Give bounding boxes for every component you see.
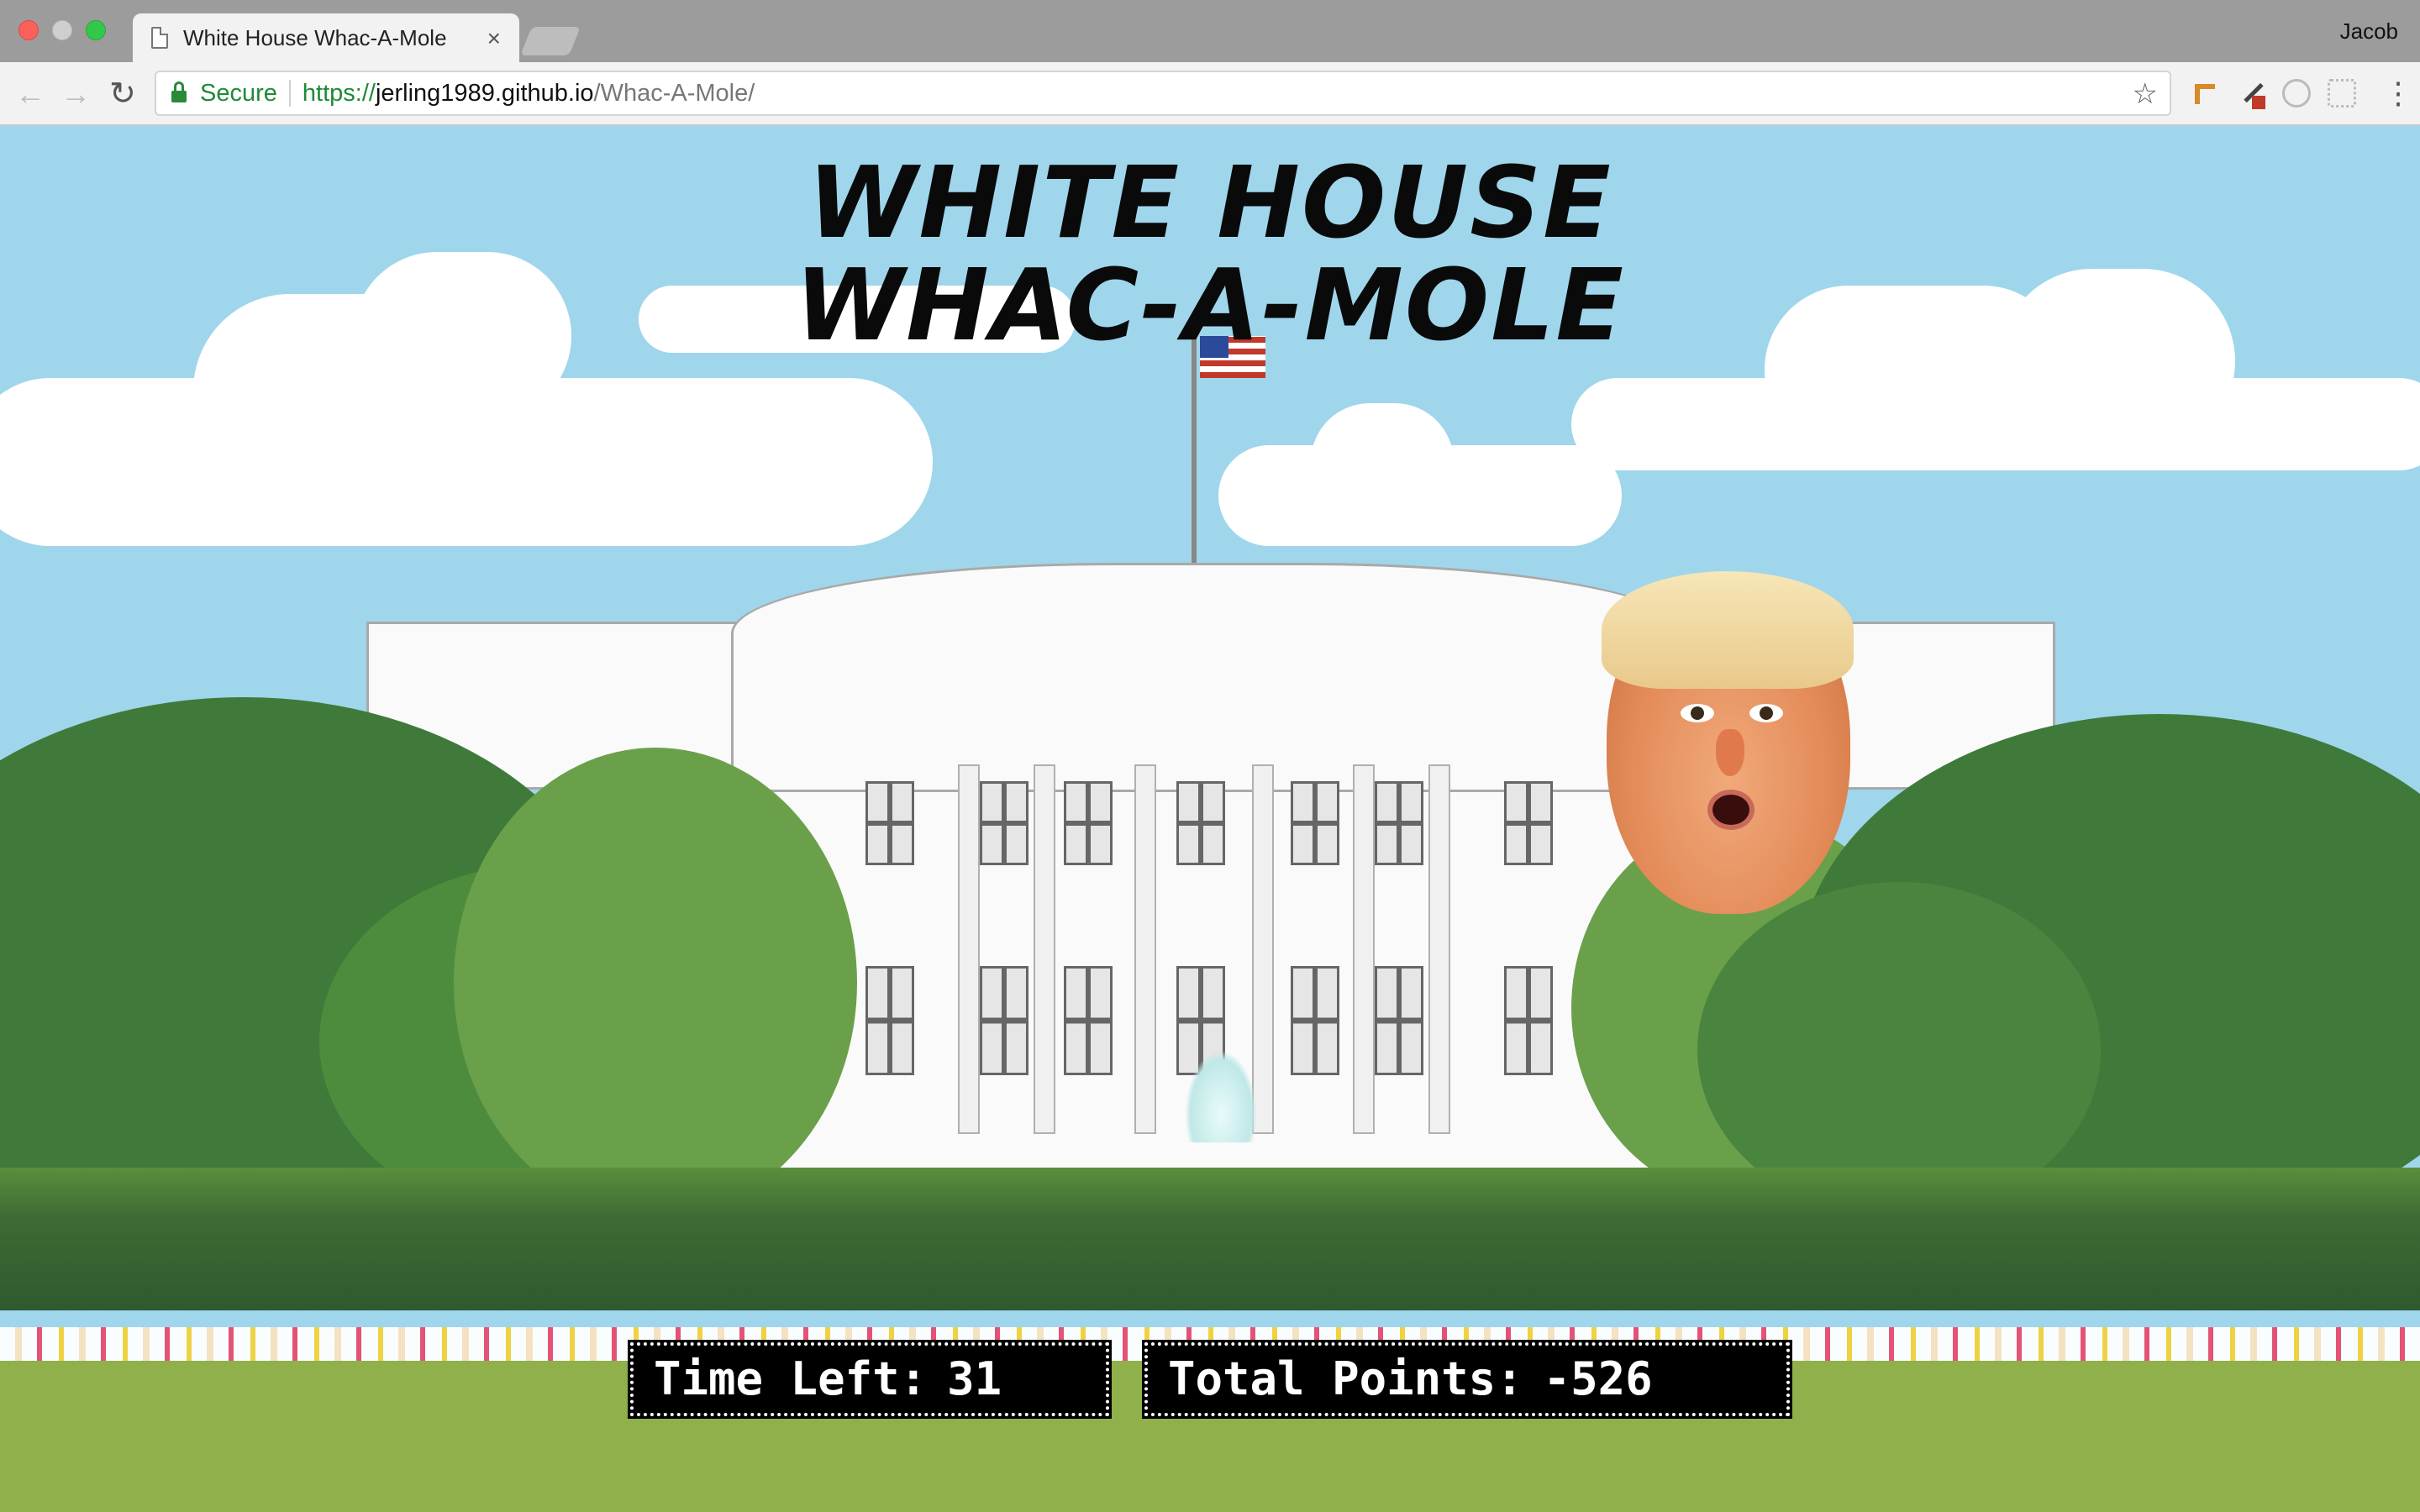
mole-eye bbox=[1749, 704, 1783, 722]
profile-name[interactable]: Jacob bbox=[2340, 18, 2398, 45]
url-host: jerling1989.github.io bbox=[375, 79, 594, 107]
time-left-value: 31 bbox=[947, 1352, 1002, 1405]
browser-menu-icon[interactable]: ⋮ bbox=[2383, 72, 2413, 114]
white-house-window bbox=[1064, 781, 1113, 865]
cloud bbox=[2000, 269, 2235, 454]
mole-eye bbox=[1681, 704, 1714, 722]
browser-tab-active[interactable]: White House Whac-A-Mole × bbox=[133, 13, 519, 62]
tab-title: White House Whac-A-Mole bbox=[183, 24, 447, 50]
url-path: /Whac-A-Mole/ bbox=[593, 79, 755, 107]
extension-eyedropper-icon[interactable] bbox=[2238, 79, 2267, 109]
time-left-panel: Time Left: 31 bbox=[628, 1340, 1112, 1419]
white-house-window bbox=[1291, 781, 1339, 865]
back-arrow-icon[interactable]: ← bbox=[15, 77, 45, 111]
white-house-column bbox=[1428, 764, 1450, 1134]
white-house-window bbox=[865, 966, 914, 1075]
tab-close-icon[interactable]: × bbox=[487, 25, 501, 52]
address-bar[interactable]: Secure https:// jerling1989.github.io /W… bbox=[155, 71, 2171, 116]
mole-hair bbox=[1602, 571, 1854, 689]
hedge bbox=[0, 1168, 2420, 1310]
tree bbox=[454, 748, 857, 1218]
white-house-window bbox=[1064, 966, 1113, 1075]
browser-toolbar: ← → ↻ Secure https:// jerling1989.github… bbox=[0, 62, 2420, 126]
game-title: WHITE HOUSE WHAC-A-MOLE bbox=[790, 151, 1630, 356]
game-title-line-1: WHITE HOUSE bbox=[808, 144, 1612, 260]
browser-titlebar: White House Whac-A-Mole × Jacob bbox=[0, 0, 2420, 62]
mole-head-target[interactable] bbox=[1602, 571, 1854, 914]
white-house-column bbox=[958, 764, 980, 1134]
white-house-column bbox=[1353, 764, 1375, 1134]
zoom-window-button[interactable] bbox=[86, 20, 106, 40]
secure-label: Secure bbox=[200, 79, 277, 107]
reload-icon[interactable]: ↻ bbox=[109, 77, 136, 111]
minimize-window-button[interactable] bbox=[52, 20, 72, 40]
divider bbox=[288, 80, 291, 107]
white-house-window bbox=[1375, 781, 1423, 865]
white-house-window bbox=[980, 966, 1028, 1075]
extension-ruler-icon[interactable] bbox=[2190, 79, 2218, 108]
url-scheme: https:// bbox=[302, 79, 376, 107]
white-house-window bbox=[1176, 781, 1225, 865]
cloud bbox=[1311, 403, 1454, 521]
white-house-window bbox=[1504, 966, 1553, 1075]
white-house-center bbox=[731, 563, 1689, 798]
mole-mouth bbox=[1707, 790, 1754, 830]
mole-nose bbox=[1716, 729, 1744, 776]
white-house-window bbox=[1504, 781, 1553, 865]
close-window-button[interactable] bbox=[18, 20, 39, 40]
bookmark-star-icon[interactable]: ☆ bbox=[2133, 77, 2158, 111]
lock-icon bbox=[171, 81, 187, 102]
time-left-label: Time Left: bbox=[654, 1352, 928, 1405]
game-title-line-2: WHAC-A-MOLE bbox=[794, 247, 1625, 363]
new-tab-button[interactable] bbox=[520, 27, 581, 55]
white-house-window bbox=[1375, 966, 1423, 1075]
white-house-column bbox=[1034, 764, 1055, 1134]
white-house-window bbox=[980, 781, 1028, 865]
white-house-window bbox=[1291, 966, 1339, 1075]
page-icon bbox=[151, 27, 168, 49]
white-house-column bbox=[1134, 764, 1156, 1134]
fountain bbox=[1185, 1050, 1257, 1142]
cloud bbox=[353, 252, 571, 420]
game-scene: WHITE HOUSE WHAC-A-MOLE bbox=[0, 126, 2420, 1512]
total-points-panel: Total Points: -526 bbox=[1142, 1340, 1792, 1419]
white-house-window bbox=[865, 781, 914, 865]
extension-grid-icon[interactable] bbox=[2328, 79, 2356, 108]
total-points-label: Total Points: bbox=[1168, 1352, 1523, 1405]
total-points-value: -526 bbox=[1543, 1352, 1653, 1405]
extension-circle-icon[interactable] bbox=[2282, 79, 2311, 108]
forward-arrow-icon[interactable]: → bbox=[60, 77, 91, 111]
